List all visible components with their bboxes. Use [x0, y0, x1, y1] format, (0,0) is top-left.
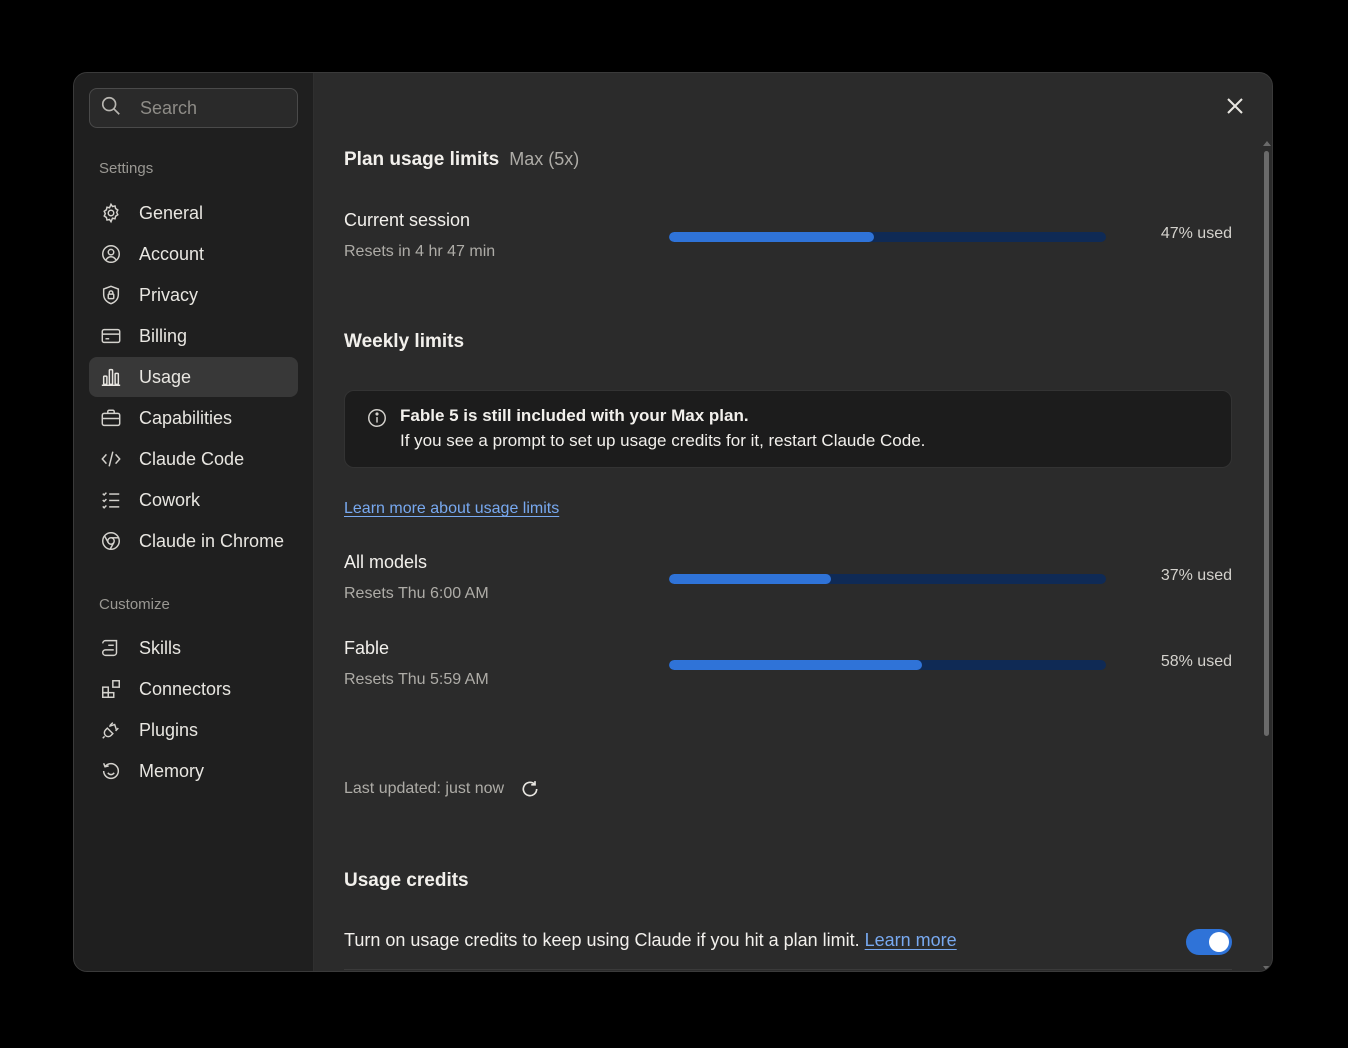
sidebar-item-usage[interactable]: Usage: [89, 357, 298, 397]
sidebar-item-privacy[interactable]: Privacy: [89, 275, 298, 315]
sidebar-item-label: Claude in Chrome: [139, 530, 285, 551]
globe-icon: [100, 530, 122, 552]
divider: [344, 969, 1232, 970]
sidebar-item-label: Usage: [139, 366, 192, 387]
briefcase-icon: [100, 407, 122, 429]
info-notice: Fable 5 is still included with your Max …: [344, 390, 1232, 468]
toggle-knob: [1209, 932, 1229, 952]
plug-icon: [100, 719, 122, 741]
plan-badge: Max (5x): [509, 149, 580, 169]
current-session-row: Current session Resets in 4 hr 47 min 47…: [344, 210, 1232, 270]
sidebar-item-label: Plugins: [139, 719, 199, 740]
progress-bar: [669, 232, 1106, 242]
code-icon: [100, 448, 122, 470]
history-icon: [100, 760, 122, 782]
usage-row-name: Fable: [344, 638, 390, 658]
usage-credits-title: Usage credits: [344, 870, 469, 891]
sidebar-item-label: Privacy: [139, 284, 199, 305]
usage-row-resets: Resets Thu 6:00 AM: [344, 585, 489, 602]
usage-percent: 37% used: [1160, 567, 1232, 584]
close-button[interactable]: [1222, 95, 1248, 121]
scrollbar[interactable]: [1262, 141, 1272, 971]
info-icon: [366, 407, 388, 429]
user-circle-icon: [100, 243, 122, 265]
settings-section-label: Settings: [99, 160, 154, 177]
plan-usage-header: Plan usage limits Max (5x): [344, 149, 579, 171]
bar-chart-icon: [100, 366, 122, 388]
scroll-icon: [100, 637, 122, 659]
scrollbar-thumb[interactable]: [1264, 151, 1269, 736]
usage-percent: 58% used: [1160, 653, 1232, 670]
credit-card-icon: [100, 325, 122, 347]
usage-row-name: All models: [344, 552, 428, 572]
main-panel: Plan usage limits Max (5x) Current sessi…: [314, 73, 1272, 971]
sidebar-item-claude-in-chrome[interactable]: Claude in Chrome: [89, 521, 298, 561]
fable-row: Fable Resets Thu 5:59 AM 58% used: [344, 638, 1232, 698]
close-icon: [1226, 97, 1244, 120]
sidebar-item-label: Billing: [139, 325, 188, 346]
notice-title: Fable 5 is still included with your Max …: [400, 406, 749, 425]
sidebar-item-connectors[interactable]: Connectors: [89, 669, 298, 709]
learn-more-usage-limits-link[interactable]: Learn more about usage limits: [344, 500, 559, 518]
settings-window: Settings General Account Privacy Billing…: [73, 72, 1273, 972]
search-box[interactable]: [89, 88, 298, 128]
sidebar-item-label: Cowork: [139, 489, 201, 510]
sidebar: Settings General Account Privacy Billing…: [74, 73, 314, 971]
progress-bar: [669, 574, 1106, 584]
sidebar-item-label: Capabilities: [139, 407, 233, 428]
refresh-button[interactable]: [520, 779, 540, 799]
refresh-icon: [520, 779, 540, 799]
scroll-down-arrow[interactable]: [1263, 966, 1271, 971]
search-input[interactable]: [140, 97, 280, 119]
all-models-row: All models Resets Thu 6:00 AM 37% used: [344, 552, 1232, 612]
sidebar-item-account[interactable]: Account: [89, 234, 298, 274]
sidebar-item-label: General: [139, 202, 204, 223]
learn-more-link[interactable]: Learn more: [865, 930, 957, 950]
usage-credits-toggle[interactable]: [1186, 929, 1232, 955]
scroll-up-arrow[interactable]: [1263, 141, 1271, 146]
progress-fill: [669, 574, 831, 584]
sidebar-item-memory[interactable]: Memory: [89, 751, 298, 791]
usage-percent: 47% used: [1160, 225, 1232, 242]
usage-row-resets: Resets Thu 5:59 AM: [344, 671, 489, 688]
blocks-icon: [100, 678, 122, 700]
sidebar-item-plugins[interactable]: Plugins: [89, 710, 298, 750]
last-updated: Last updated: just now: [344, 779, 540, 799]
sidebar-item-skills[interactable]: Skills: [89, 628, 298, 668]
sidebar-item-claude-code[interactable]: Claude Code: [89, 439, 298, 479]
progress-bar: [669, 660, 1106, 670]
sidebar-item-capabilities[interactable]: Capabilities: [89, 398, 298, 438]
sidebar-item-general[interactable]: General: [89, 193, 298, 233]
usage-credits-text: Turn on usage credits to keep using Clau…: [344, 930, 860, 950]
checklist-icon: [100, 489, 122, 511]
notice-text: If you see a prompt to set up usage cred…: [400, 431, 926, 450]
progress-fill: [669, 660, 923, 670]
last-updated-text: Last updated: just now: [344, 780, 505, 797]
sidebar-item-label: Claude Code: [139, 448, 245, 469]
usage-credits-description: Turn on usage credits to keep using Clau…: [344, 930, 957, 951]
search-icon: [100, 95, 122, 122]
sidebar-item-cowork[interactable]: Cowork: [89, 480, 298, 520]
gear-icon: [100, 202, 122, 224]
usage-row-resets: Resets in 4 hr 47 min: [344, 243, 496, 260]
sidebar-item-label: Connectors: [139, 678, 232, 699]
customize-section-label: Customize: [99, 596, 170, 613]
sidebar-item-label: Account: [139, 243, 205, 264]
progress-fill: [669, 232, 875, 242]
weekly-limits-title: Weekly limits: [344, 331, 465, 352]
sidebar-item-label: Memory: [139, 760, 205, 781]
sidebar-item-billing[interactable]: Billing: [89, 316, 298, 356]
usage-row-name: Current session: [344, 210, 471, 230]
plan-usage-title: Plan usage limits: [344, 149, 500, 170]
sidebar-item-label: Skills: [139, 637, 182, 658]
shield-lock-icon: [100, 284, 122, 306]
